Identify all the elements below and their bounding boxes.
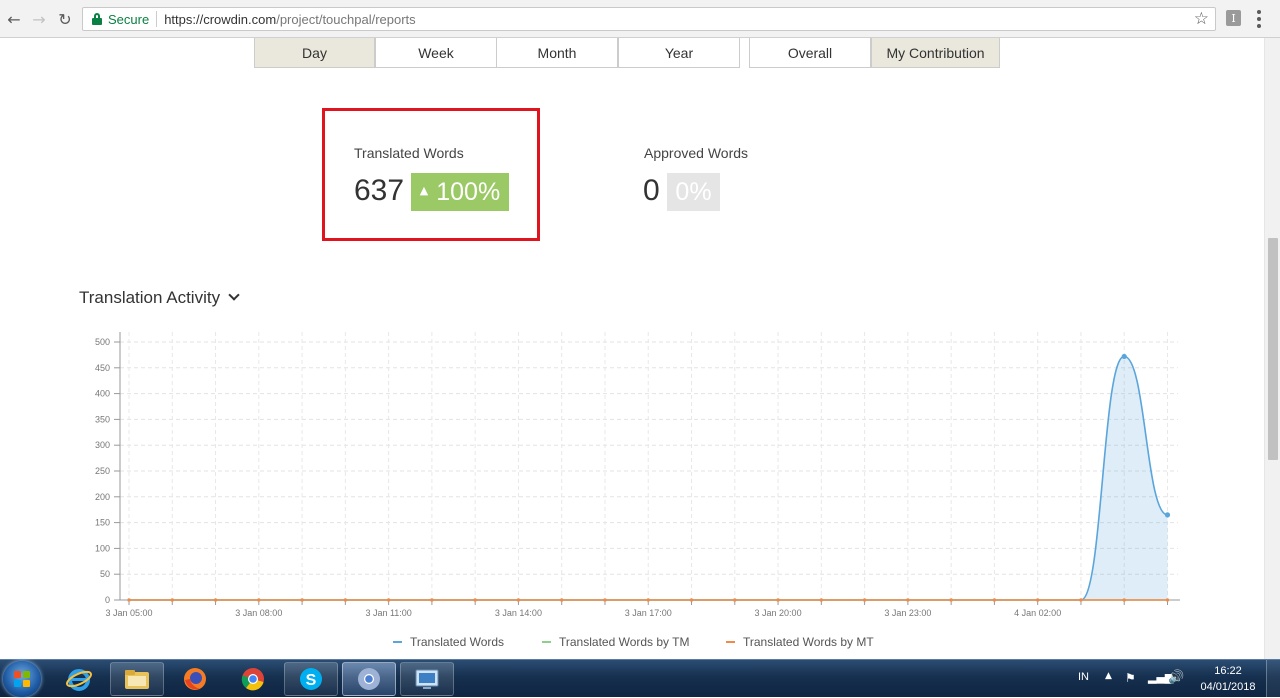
series-point-2: [949, 598, 953, 602]
series-point-2: [733, 598, 737, 602]
x-tick-label: 4 Jan 02:00: [1014, 608, 1061, 618]
y-tick-label: 150: [95, 518, 110, 528]
file-explorer-taskbar-item[interactable]: [110, 662, 164, 696]
series-point-2: [257, 598, 261, 602]
x-tick-label: 3 Jan 23:00: [884, 608, 931, 618]
internet-explorer-taskbar-item[interactable]: [52, 662, 106, 696]
series-point-2: [1165, 598, 1170, 602]
y-tick-label: 450: [95, 363, 110, 373]
series-point-2: [1079, 598, 1083, 602]
browser-menu-icon[interactable]: [1256, 10, 1262, 28]
internet-explorer-icon: [66, 669, 92, 691]
remote-desktop-icon: [415, 669, 439, 689]
page-scrollbar[interactable]: [1264, 38, 1280, 659]
series-point-0: [1164, 512, 1171, 518]
clock-time[interactable]: 16:22: [1198, 665, 1258, 677]
reload-icon[interactable]: ↻: [55, 9, 75, 29]
url-path: /project/touchpal/reports: [276, 11, 416, 27]
y-tick-label: 250: [95, 466, 110, 476]
series-point-2: [603, 598, 607, 602]
address-bar[interactable]: Secure https://crowdin.com/project/touch…: [82, 7, 1216, 31]
chromium-icon: [358, 668, 380, 690]
period-tab-year[interactable]: Year: [618, 38, 740, 68]
y-tick-label: 100: [95, 543, 110, 553]
series-point-2: [300, 598, 304, 602]
x-tick-label: 3 Jan 20:00: [755, 608, 802, 618]
series-point-2: [992, 598, 997, 602]
series-point-2: [776, 598, 780, 602]
language-indicator[interactable]: IN: [1078, 671, 1089, 683]
chrome-icon: [241, 668, 264, 691]
y-tick-label: 500: [95, 337, 110, 347]
scope-tab-overall[interactable]: Overall: [749, 38, 871, 68]
period-tab-month[interactable]: Month: [496, 38, 618, 68]
skype-taskbar-item[interactable]: S: [284, 662, 338, 696]
series-point-2: [516, 598, 521, 602]
x-tick-label: 3 Jan 14:00: [495, 608, 542, 618]
series-point-2: [863, 598, 867, 602]
series-point-2: [560, 598, 564, 602]
secure-label: Secure: [108, 11, 150, 27]
remote-desktop-taskbar-item[interactable]: [400, 662, 454, 696]
y-tick-label: 0: [105, 595, 110, 605]
period-tab-week[interactable]: Week: [375, 38, 497, 68]
series-point-0: [1121, 353, 1127, 360]
series-point-2: [906, 598, 910, 602]
chromium-taskbar-item[interactable]: [342, 662, 396, 696]
series-point-2: [170, 598, 174, 602]
reports-page: Translated Words 637 ▲ 100% Approved Wor…: [0, 38, 1264, 659]
bookmark-star-icon[interactable]: ☆: [1194, 9, 1209, 29]
series-point-2: [1036, 598, 1040, 602]
series-point-2: [213, 598, 218, 602]
legend-label: Translated Words: [410, 635, 504, 649]
series-point-2: [819, 598, 823, 602]
windows-taskbar: S IN ▲ ⚑ ▂▄▆ 🔊 16:22 04/01/2018: [0, 659, 1280, 698]
series-point-2: [343, 598, 347, 602]
y-tick-label: 50: [100, 569, 110, 579]
firefox-taskbar-item[interactable]: [168, 662, 222, 696]
folder-icon: [125, 670, 149, 689]
volume-icon[interactable]: 🔊: [1168, 670, 1184, 685]
scrollbar-thumb[interactable]: [1268, 238, 1278, 460]
skype-icon: S: [300, 668, 322, 690]
firefox-icon: [184, 668, 206, 690]
action-center-flag-icon[interactable]: ⚑: [1125, 671, 1136, 685]
legend-label: Translated Words by TM: [559, 635, 690, 649]
series-point-2: [430, 598, 434, 602]
y-tick-label: 300: [95, 440, 110, 450]
url-text[interactable]: https://crowdin.com/project/touchpal/rep…: [164, 12, 415, 27]
y-tick-label: 350: [95, 414, 110, 424]
x-tick-label: 3 Jan 11:00: [365, 608, 411, 618]
scope-tab-my-contribution[interactable]: My Contribution: [871, 38, 1000, 68]
start-button[interactable]: [3, 661, 41, 697]
series-point-2: [689, 598, 694, 602]
windows-logo-icon: [14, 671, 30, 687]
show-hidden-icons-icon[interactable]: ▲: [1105, 671, 1112, 681]
clock-date[interactable]: 04/01/2018: [1196, 681, 1260, 693]
chrome-taskbar-item[interactable]: [226, 662, 280, 696]
series-point-2: [646, 598, 650, 602]
legend-label: Translated Words by MT: [743, 635, 874, 649]
translation-activity-chart: 0 50 100 150 200 250 300 350 400 450 500 3 Jan 05:0…: [95, 332, 1180, 649]
svg-text:S: S: [306, 672, 317, 689]
show-desktop-button[interactable]: [1266, 660, 1280, 698]
browser-toolbar: ← → ↻ Secure https://crowdin.com/project…: [0, 0, 1280, 38]
system-tray: IN ▲ ⚑ ▂▄▆ 🔊 16:22 04/01/2018: [1070, 660, 1280, 698]
series-point-2: [473, 598, 477, 602]
lock-icon: [91, 12, 103, 26]
period-tab-day[interactable]: Day: [254, 38, 375, 68]
address-separator: [156, 11, 158, 27]
y-tick-label: 400: [95, 389, 110, 399]
back-arrow-icon[interactable]: ←: [4, 9, 24, 29]
series-point-2: [1122, 598, 1126, 602]
x-tick-label: 3 Jan 08:00: [235, 608, 282, 618]
url-host: https://crowdin.com: [164, 11, 277, 27]
y-tick-label: 200: [95, 492, 110, 502]
extension-icon[interactable]: I: [1226, 10, 1241, 26]
x-tick-label: 3 Jan 17:00: [625, 608, 672, 618]
x-tick-label: 3 Jan 05:00: [105, 608, 152, 618]
forward-arrow-icon[interactable]: →: [29, 9, 49, 29]
series-point-2: [387, 598, 391, 602]
series-point-2: [127, 598, 131, 602]
